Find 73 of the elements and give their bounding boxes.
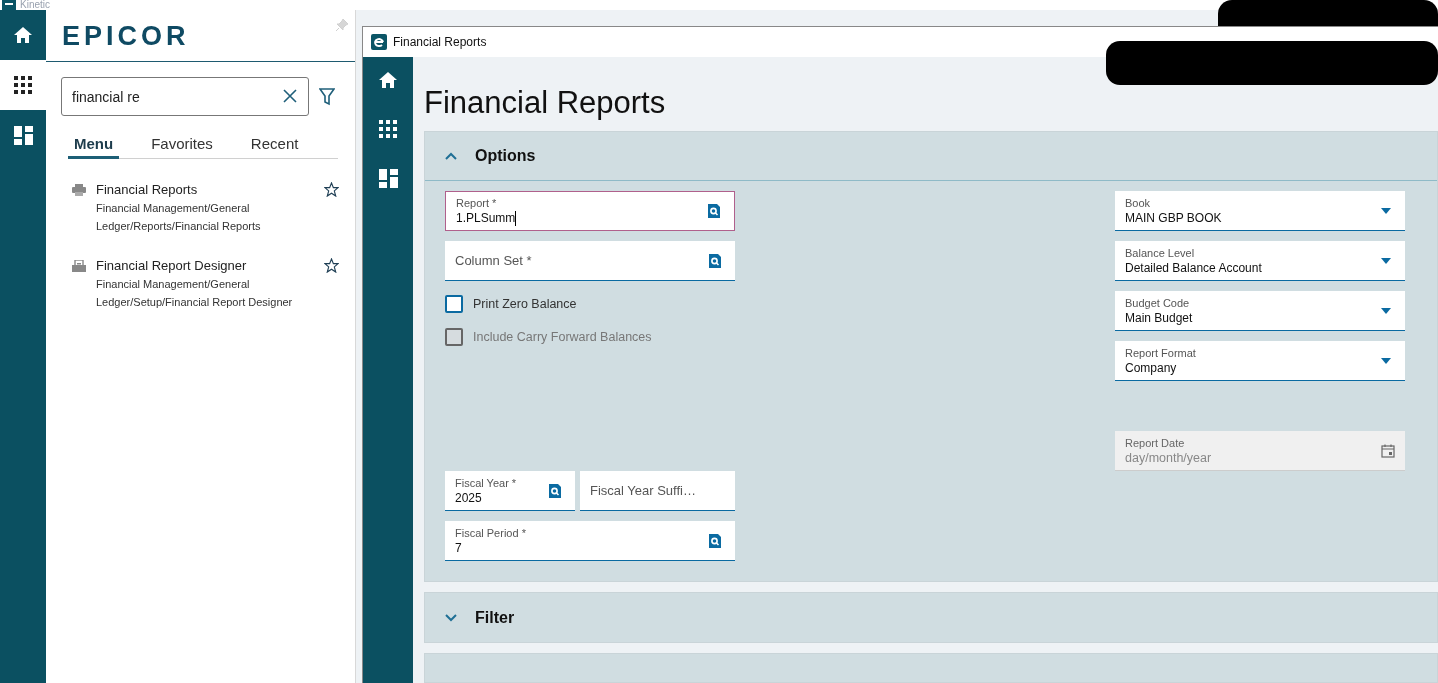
caret-icon bbox=[1381, 357, 1391, 364]
caret-icon bbox=[1381, 257, 1391, 264]
pin-icon bbox=[335, 18, 349, 32]
field-label: Report Date bbox=[1125, 435, 1186, 450]
search-icon bbox=[709, 533, 721, 548]
field-placeholder: day/month/year bbox=[1125, 449, 1213, 466]
checkbox-label: Print Zero Balance bbox=[473, 296, 577, 313]
calendar-icon bbox=[1381, 443, 1395, 458]
input-field[interactable]: Fiscal Period * 7 bbox=[445, 521, 735, 561]
home-icon bbox=[378, 71, 398, 89]
input-field[interactable]: Report * 1.PLSumm bbox=[445, 191, 735, 231]
menu-item-path: Financial Management/General Ledger/Reports/Financial Reports bbox=[96, 201, 262, 234]
field-label: Report Format bbox=[1125, 345, 1197, 360]
field-value: 1.PLSumm bbox=[456, 210, 516, 226]
input-field[interactable]: Fiscal Year * 2025 bbox=[445, 471, 575, 511]
checkbox[interactable] bbox=[445, 295, 463, 314]
company-logo: EPICOR bbox=[62, 20, 190, 54]
menu-item-link[interactable]: Financial Report Designer bbox=[96, 257, 247, 275]
page-title: Financial Reports bbox=[424, 85, 666, 121]
field-label: Fiscal Year Suffi… bbox=[590, 481, 697, 500]
window-title: Financial Reports bbox=[393, 34, 487, 51]
rail-button[interactable] bbox=[376, 168, 400, 188]
favorite-button[interactable] bbox=[323, 257, 339, 273]
menu-tab[interactable]: Menu bbox=[68, 132, 120, 159]
rail-button[interactable] bbox=[376, 119, 400, 139]
field-value: MAIN GBP BOOK bbox=[1125, 209, 1222, 226]
app-logo-icon bbox=[371, 34, 387, 50]
field-value: 2025 bbox=[455, 489, 482, 506]
field-label: Column Set * bbox=[455, 251, 533, 270]
printer-icon bbox=[72, 184, 86, 196]
field-label: Book bbox=[1125, 195, 1152, 210]
field-label: Balance Level bbox=[1125, 245, 1196, 260]
search-field[interactable]: financial re bbox=[61, 77, 309, 116]
dashboard-icon bbox=[378, 168, 398, 188]
chevron-up-icon bbox=[445, 152, 457, 160]
document-icon bbox=[72, 260, 86, 272]
checkbox-label: Include Carry Forward Balances bbox=[473, 328, 652, 346]
filter-icon bbox=[319, 87, 335, 106]
field-label: Budget Code bbox=[1125, 295, 1191, 310]
search-icon bbox=[549, 483, 561, 498]
field-value: Company bbox=[1125, 359, 1177, 376]
dropdown-field[interactable]: Balance Level Detailed Balance Account bbox=[1115, 241, 1405, 281]
search-icon bbox=[708, 204, 720, 218]
search-icon bbox=[709, 253, 721, 268]
menu-item-link[interactable]: Financial Reports bbox=[96, 181, 198, 199]
field-label: Fiscal Period * bbox=[455, 525, 527, 540]
chevron-down-icon bbox=[445, 613, 457, 622]
field-value: 7 bbox=[455, 539, 462, 556]
panel-header[interactable]: Options bbox=[425, 132, 1437, 181]
input-field[interactable]: Column Set * bbox=[445, 241, 735, 281]
field-value: Main Budget bbox=[1125, 309, 1193, 326]
dropdown-field[interactable]: Report Format Company bbox=[1115, 341, 1405, 381]
menu-tab[interactable]: Favorites bbox=[145, 132, 219, 159]
caret-icon bbox=[1381, 207, 1391, 214]
favorite-button[interactable] bbox=[323, 181, 339, 197]
grid-icon bbox=[14, 76, 32, 94]
menu-tab[interactable]: Recent bbox=[244, 132, 305, 159]
dropdown-field[interactable]: Book MAIN GBP BOOK bbox=[1115, 191, 1405, 231]
caret-icon bbox=[1381, 307, 1391, 314]
dashboard-icon bbox=[13, 125, 33, 145]
input-field[interactable]: Fiscal Year Suffi… bbox=[580, 471, 735, 511]
menu-item-path: Financial Management/General Ledger/Setup/Financial Report Designer bbox=[96, 277, 294, 310]
home-icon bbox=[13, 26, 33, 44]
filter-button[interactable] bbox=[317, 86, 337, 107]
field-label: Report * bbox=[456, 196, 498, 210]
panel-header[interactable]: Filter bbox=[425, 593, 1437, 642]
window-title: Kinetic bbox=[20, 0, 50, 10]
field-value: Detailed Balance Account bbox=[1125, 259, 1262, 276]
field-label: Fiscal Year * bbox=[455, 475, 518, 490]
clear-button[interactable] bbox=[283, 89, 297, 103]
grid-icon bbox=[379, 120, 397, 138]
close-icon bbox=[283, 89, 297, 103]
dropdown-field[interactable]: Budget Code Main Budget bbox=[1115, 291, 1405, 331]
